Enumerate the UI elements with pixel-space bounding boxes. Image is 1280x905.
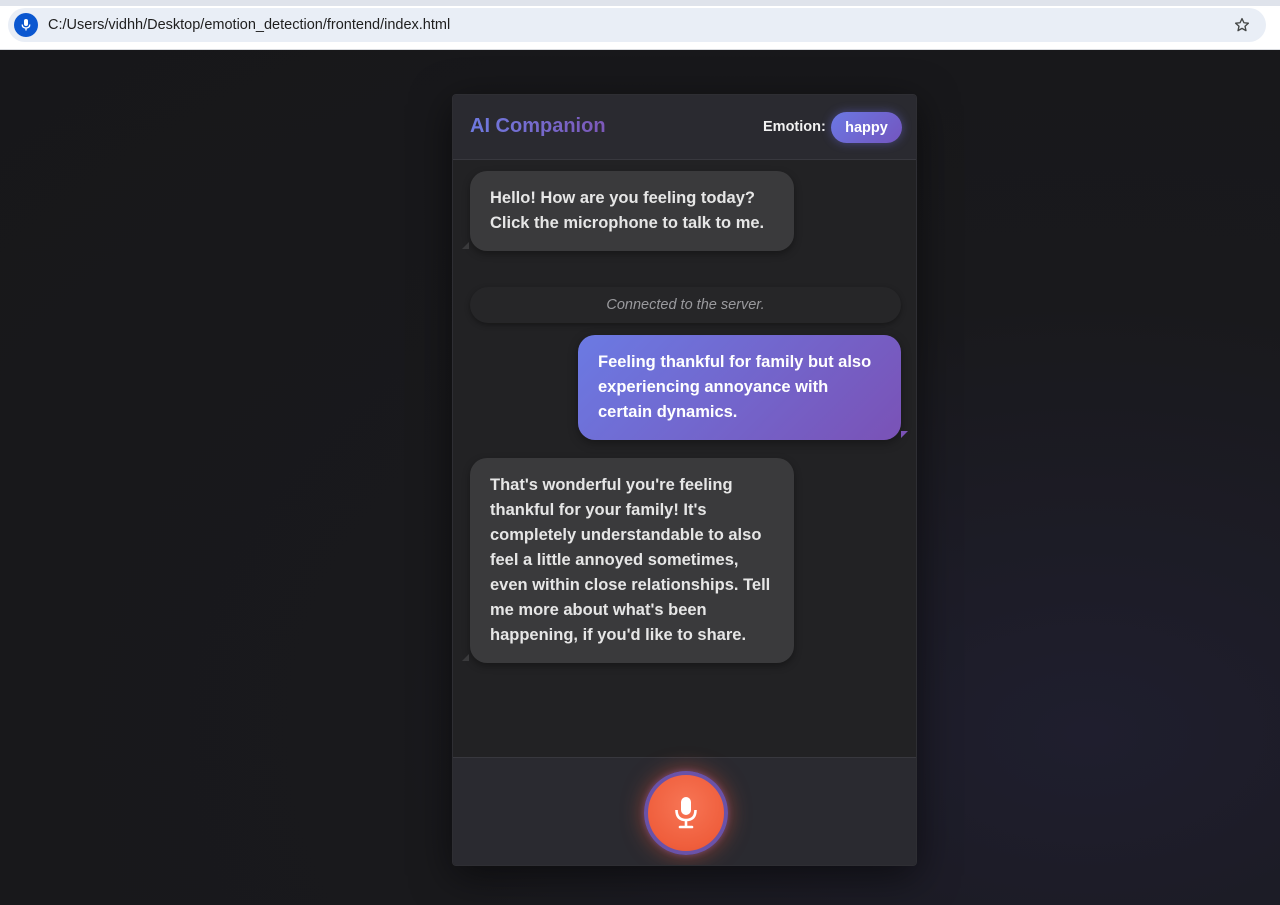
- message-text: That's wonderful you're feeling thankful…: [490, 476, 771, 644]
- connection-status: Connected to the server.: [470, 287, 901, 323]
- emotion-badge: happy: [831, 112, 902, 143]
- app-header: AI Companion Emotion: happy: [453, 95, 916, 160]
- message-tail: [901, 431, 908, 438]
- app-footer: [453, 757, 916, 865]
- star-icon[interactable]: [1232, 15, 1252, 35]
- chat-messages[interactable]: Hello! How are you feeling today? Click …: [453, 161, 916, 757]
- user-message: Feeling thankful for family but also exp…: [578, 335, 901, 440]
- url-text[interactable]: C:/Users/vidhh/Desktop/emotion_detection…: [48, 17, 450, 33]
- message-tail: [462, 654, 469, 661]
- message-text: Feeling thankful for family but also exp…: [598, 353, 872, 421]
- ai-message: Hello! How are you feeling today? Click …: [470, 171, 794, 251]
- browser-tab-strip: [0, 0, 1280, 6]
- emotion-label: Emotion:: [763, 119, 826, 135]
- chat-app: AI Companion Emotion: happy Hello! How a…: [452, 94, 917, 866]
- microphone-icon[interactable]: [14, 13, 38, 37]
- message-text: Hello! How are you feeling today? Click …: [490, 189, 765, 232]
- message-tail: [462, 242, 469, 249]
- address-bar[interactable]: C:/Users/vidhh/Desktop/emotion_detection…: [8, 8, 1266, 42]
- app-title: AI Companion: [470, 115, 606, 137]
- page-viewport: AI Companion Emotion: happy Hello! How a…: [0, 50, 1280, 905]
- microphone-button[interactable]: [644, 771, 728, 855]
- ai-message: That's wonderful you're feeling thankful…: [470, 458, 794, 663]
- browser-toolbar: C:/Users/vidhh/Desktop/emotion_detection…: [0, 0, 1280, 50]
- microphone-icon: [675, 797, 697, 829]
